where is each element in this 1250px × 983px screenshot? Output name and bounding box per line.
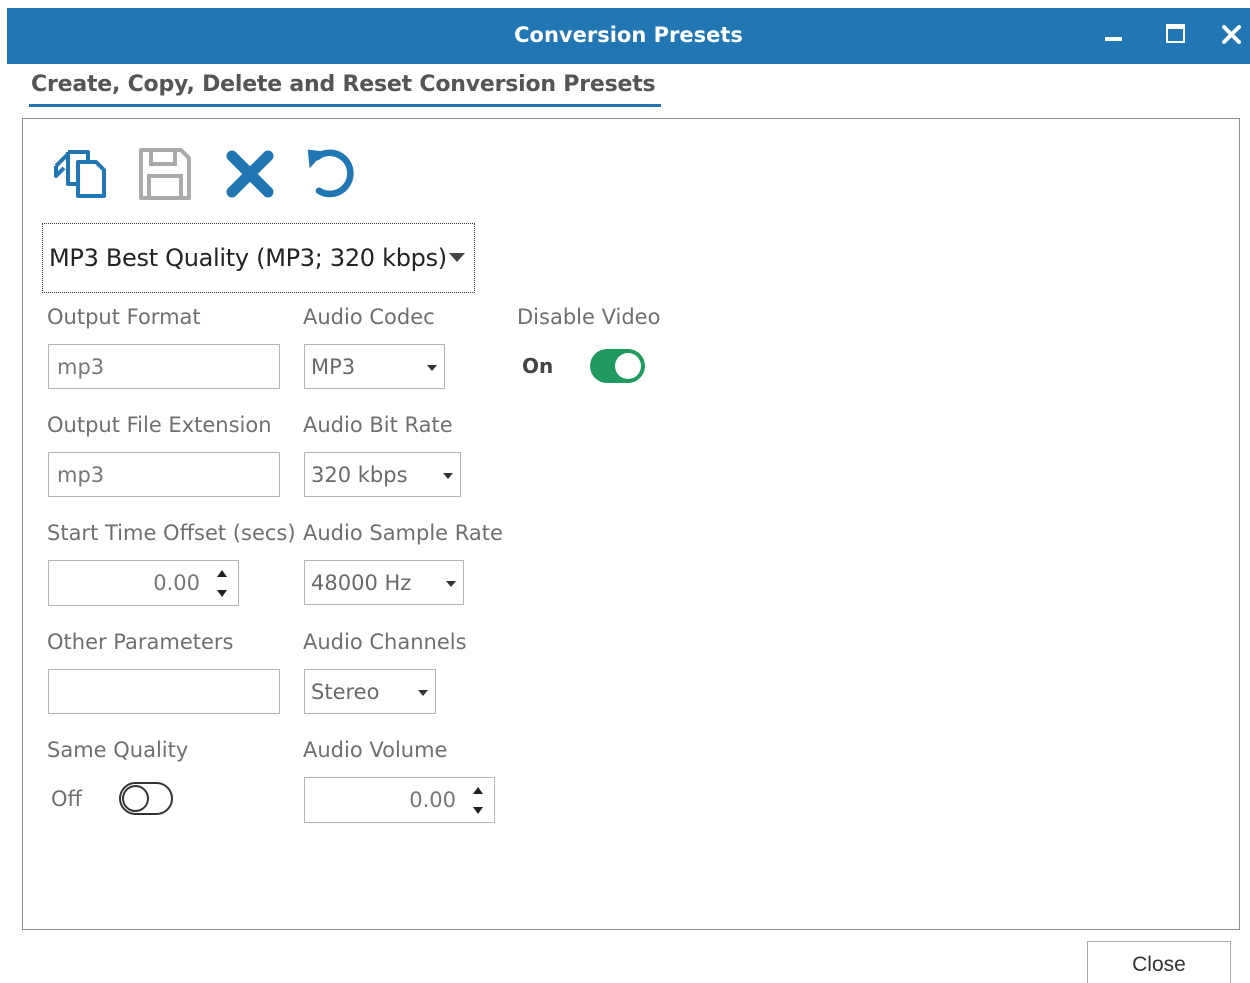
audio-sample-rate-select[interactable]: 48000 Hz (304, 560, 464, 605)
disable-video-toggle[interactable] (590, 349, 645, 383)
same-quality-label: Same Quality (47, 738, 189, 762)
start-time-offset-value: 0.00 (153, 571, 200, 595)
output-format-value: mp3 (57, 354, 105, 379)
audio-sample-rate-label: Audio Sample Rate (303, 521, 503, 545)
start-time-offset-stepper[interactable]: 0.00 (48, 560, 239, 606)
toggle-knob (615, 353, 641, 379)
audio-channels-label: Audio Channels (303, 630, 467, 654)
audio-codec-value: MP3 (311, 354, 356, 379)
audio-codec-select[interactable]: MP3 (304, 344, 445, 389)
output-format-field[interactable]: mp3 (48, 344, 280, 389)
reset-preset-button[interactable] (304, 146, 362, 202)
save-icon (139, 148, 191, 200)
preset-selected-value: MP3 Best Quality (MP3; 320 kbps) (49, 244, 447, 272)
disable-video-state: On (522, 354, 554, 378)
page-heading: Create, Copy, Delete and Reset Conversio… (31, 72, 656, 97)
chevron-down-icon (446, 581, 456, 587)
audio-bit-rate-select[interactable]: 320 kbps (304, 452, 461, 497)
preset-dropdown[interactable]: MP3 Best Quality (MP3; 320 kbps) (42, 223, 475, 293)
window-title: Conversion Presets (514, 23, 743, 47)
audio-channels-select[interactable]: Stereo (304, 669, 436, 714)
delete-icon (226, 150, 274, 198)
output-file-extension-value: mp3 (57, 462, 105, 487)
heading-underline (29, 104, 661, 107)
copy-icon (54, 150, 106, 198)
same-quality-state: Off (51, 787, 82, 811)
close-icon[interactable] (1217, 22, 1247, 50)
copy-preset-button[interactable] (51, 146, 109, 202)
disable-video-label: Disable Video (517, 305, 661, 329)
increment-icon[interactable] (217, 570, 227, 577)
chevron-down-icon (443, 473, 453, 479)
audio-bit-rate-label: Audio Bit Rate (303, 413, 453, 437)
decrement-icon[interactable] (217, 590, 227, 597)
chevron-down-icon (449, 253, 465, 262)
audio-volume-label: Audio Volume (303, 738, 448, 762)
audio-bit-rate-value: 320 kbps (311, 462, 408, 487)
save-preset-button[interactable] (136, 146, 194, 202)
audio-sample-rate-value: 48000 Hz (311, 570, 412, 595)
toggle-knob (122, 785, 149, 812)
minimize-icon[interactable] (1099, 22, 1129, 50)
delete-preset-button[interactable] (221, 146, 279, 202)
audio-volume-value: 0.00 (409, 788, 456, 812)
reset-icon (307, 149, 354, 198)
output-format-label: Output Format (47, 305, 201, 329)
output-file-extension-label: Output File Extension (47, 413, 272, 437)
audio-volume-stepper[interactable]: 0.00 (304, 777, 495, 823)
output-file-extension-field[interactable]: mp3 (48, 452, 280, 497)
maximize-icon[interactable] (1160, 22, 1190, 50)
chevron-down-icon (427, 365, 437, 371)
audio-channels-value: Stereo (311, 679, 380, 704)
decrement-icon[interactable] (473, 807, 483, 814)
title-bar: Conversion Presets (7, 8, 1250, 64)
start-time-offset-label: Start Time Offset (secs) (47, 521, 296, 545)
other-parameters-label: Other Parameters (47, 630, 234, 654)
increment-icon[interactable] (473, 787, 483, 794)
same-quality-toggle[interactable] (119, 782, 173, 815)
other-parameters-field[interactable] (48, 669, 280, 714)
chevron-down-icon (418, 690, 428, 696)
close-button[interactable]: Close (1087, 941, 1231, 983)
audio-codec-label: Audio Codec (303, 305, 435, 329)
